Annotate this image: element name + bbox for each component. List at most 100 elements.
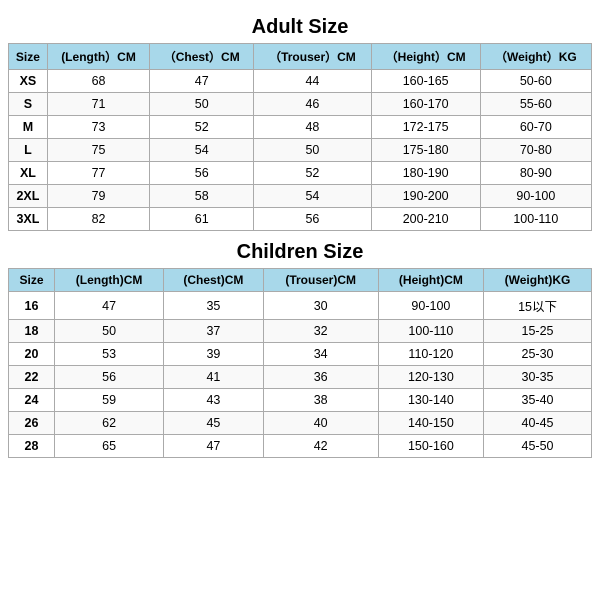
table-cell: 90-100 — [378, 292, 483, 320]
table-cell: 61 — [150, 208, 254, 231]
table-cell: 53 — [54, 343, 163, 366]
table-cell: 180-190 — [371, 162, 480, 185]
table-cell: 44 — [254, 70, 371, 93]
table-row: XS684744160-16550-60 — [9, 70, 592, 93]
table-cell: 41 — [164, 366, 263, 389]
table-cell: 68 — [47, 70, 149, 93]
table-cell: 47 — [164, 435, 263, 458]
table-cell: 62 — [54, 412, 163, 435]
table-cell: 54 — [254, 185, 371, 208]
table-cell: 75 — [47, 139, 149, 162]
table-row: 20533934110-12025-30 — [9, 343, 592, 366]
table-row: 24594338130-14035-40 — [9, 389, 592, 412]
table-cell: 52 — [150, 116, 254, 139]
table-cell: 79 — [47, 185, 149, 208]
adult-column-header: （Weight）KG — [480, 44, 591, 70]
table-cell: L — [9, 139, 48, 162]
table-cell: 39 — [164, 343, 263, 366]
table-cell: 40 — [263, 412, 378, 435]
table-row: 18503732100-11015-25 — [9, 320, 592, 343]
table-cell: 32 — [263, 320, 378, 343]
table-cell: 22 — [9, 366, 55, 389]
table-cell: 58 — [150, 185, 254, 208]
table-cell: 120-130 — [378, 366, 483, 389]
table-cell: 47 — [54, 292, 163, 320]
adult-column-header: Size — [9, 44, 48, 70]
table-cell: 82 — [47, 208, 149, 231]
children-column-header: Size — [9, 269, 55, 292]
table-cell: 42 — [263, 435, 378, 458]
table-cell: 45 — [164, 412, 263, 435]
table-cell: 90-100 — [480, 185, 591, 208]
table-cell: 30-35 — [484, 366, 592, 389]
children-header-row: Size(Length)CM(Chest)CM(Trouser)CM(Heigh… — [9, 269, 592, 292]
table-cell: 28 — [9, 435, 55, 458]
table-cell: 100-110 — [378, 320, 483, 343]
table-cell: 35-40 — [484, 389, 592, 412]
table-cell: 43 — [164, 389, 263, 412]
table-cell: 47 — [150, 70, 254, 93]
table-cell: S — [9, 93, 48, 116]
table-cell: 30 — [263, 292, 378, 320]
table-cell: 37 — [164, 320, 263, 343]
table-cell: 56 — [54, 366, 163, 389]
table-cell: 100-110 — [480, 208, 591, 231]
table-cell: 54 — [150, 139, 254, 162]
table-row: 2XL795854190-20090-100 — [9, 185, 592, 208]
table-row: XL775652180-19080-90 — [9, 162, 592, 185]
table-row: 22564136120-13030-35 — [9, 366, 592, 389]
adult-column-header: （Trouser）CM — [254, 44, 371, 70]
table-cell: 60-70 — [480, 116, 591, 139]
table-row: M735248172-17560-70 — [9, 116, 592, 139]
table-cell: 73 — [47, 116, 149, 139]
table-cell: 50 — [150, 93, 254, 116]
adult-size-table: Size(Length）CM（Chest）CM（Trouser）CM（Heigh… — [8, 43, 592, 231]
children-section-title: Children Size — [237, 241, 364, 264]
table-cell: 59 — [54, 389, 163, 412]
children-table-body: 1647353090-10015以下18503732100-11015-2520… — [9, 292, 592, 458]
table-cell: 15以下 — [484, 292, 592, 320]
table-cell: 110-120 — [378, 343, 483, 366]
table-cell: 38 — [263, 389, 378, 412]
adult-column-header: （Chest）CM — [150, 44, 254, 70]
table-cell: 15-25 — [484, 320, 592, 343]
table-cell: 48 — [254, 116, 371, 139]
adult-header-row: Size(Length）CM（Chest）CM（Trouser）CM（Heigh… — [9, 44, 592, 70]
children-column-header: (Weight)KG — [484, 269, 592, 292]
table-cell: 50 — [254, 139, 371, 162]
table-cell: 150-160 — [378, 435, 483, 458]
children-size-table: Size(Length)CM(Chest)CM(Trouser)CM(Heigh… — [8, 268, 592, 458]
adult-section-title: Adult Size — [252, 16, 349, 39]
table-row: 3XL826156200-210100-110 — [9, 208, 592, 231]
table-cell: 56 — [150, 162, 254, 185]
adult-table-body: XS684744160-16550-60S715046160-17055-60M… — [9, 70, 592, 231]
table-cell: 77 — [47, 162, 149, 185]
table-row: 28654742150-16045-50 — [9, 435, 592, 458]
table-cell: 200-210 — [371, 208, 480, 231]
adult-column-header: (Length）CM — [47, 44, 149, 70]
table-cell: 190-200 — [371, 185, 480, 208]
table-cell: XS — [9, 70, 48, 93]
table-cell: 50-60 — [480, 70, 591, 93]
table-cell: 130-140 — [378, 389, 483, 412]
table-cell: M — [9, 116, 48, 139]
table-cell: 24 — [9, 389, 55, 412]
table-cell: XL — [9, 162, 48, 185]
table-cell: 65 — [54, 435, 163, 458]
table-cell: 20 — [9, 343, 55, 366]
table-cell: 45-50 — [484, 435, 592, 458]
table-cell: 26 — [9, 412, 55, 435]
table-row: 1647353090-10015以下 — [9, 292, 592, 320]
table-cell: 2XL — [9, 185, 48, 208]
table-cell: 50 — [54, 320, 163, 343]
table-cell: 160-170 — [371, 93, 480, 116]
table-cell: 40-45 — [484, 412, 592, 435]
table-cell: 71 — [47, 93, 149, 116]
table-cell: 175-180 — [371, 139, 480, 162]
table-cell: 36 — [263, 366, 378, 389]
table-row: L755450175-18070-80 — [9, 139, 592, 162]
table-cell: 172-175 — [371, 116, 480, 139]
table-cell: 56 — [254, 208, 371, 231]
table-cell: 46 — [254, 93, 371, 116]
table-cell: 70-80 — [480, 139, 591, 162]
